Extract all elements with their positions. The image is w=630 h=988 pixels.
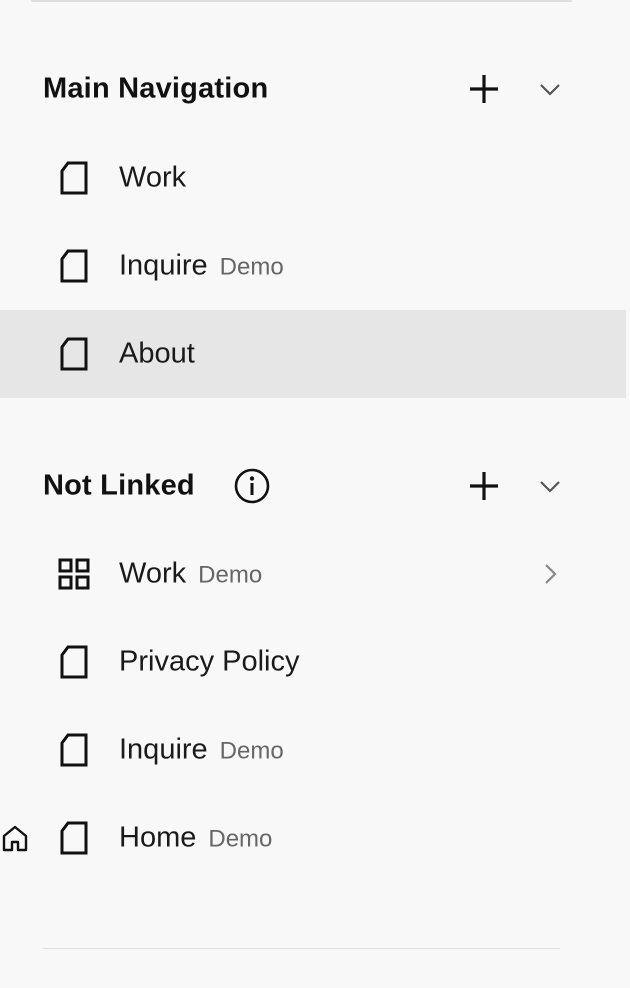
main-navigation-header: Main Navigation bbox=[0, 61, 626, 117]
page-icon bbox=[60, 161, 88, 195]
page-icon bbox=[60, 733, 88, 767]
bottom-divider bbox=[43, 948, 560, 949]
nav-item-label: Inquire bbox=[119, 249, 208, 282]
demo-badge: Demo bbox=[208, 825, 273, 853]
add-page-button[interactable] bbox=[466, 71, 502, 107]
collapse-section-button[interactable] bbox=[536, 75, 564, 103]
page-icon bbox=[60, 645, 88, 679]
nav-item-label: Work bbox=[119, 557, 187, 590]
demo-badge: Demo bbox=[219, 737, 284, 765]
nav-item-label: Work bbox=[119, 161, 187, 194]
demo-badge: Demo bbox=[219, 253, 284, 281]
info-icon[interactable] bbox=[233, 467, 271, 505]
nav-item-work-folder[interactable]: Work Demo bbox=[0, 530, 626, 618]
not-linked-header: Not Linked bbox=[0, 458, 626, 514]
page-icon bbox=[60, 249, 88, 283]
nav-item-label: Privacy Policy bbox=[119, 645, 300, 678]
grid-icon bbox=[58, 558, 90, 590]
nav-item-label: Home bbox=[119, 821, 197, 854]
collapse-section-button[interactable] bbox=[536, 472, 564, 500]
page-icon bbox=[60, 337, 88, 371]
nav-item-inquire-unlinked[interactable]: Inquire Demo bbox=[0, 706, 626, 794]
nav-item-privacy-policy[interactable]: Privacy Policy bbox=[0, 618, 626, 706]
nav-item-label: About bbox=[119, 337, 195, 370]
nav-item-inquire[interactable]: Inquire Demo bbox=[0, 222, 626, 310]
nav-item-label: Inquire bbox=[119, 733, 208, 766]
top-divider bbox=[31, 0, 572, 2]
add-page-button[interactable] bbox=[466, 468, 502, 504]
demo-badge: Demo bbox=[198, 561, 263, 589]
nav-item-about[interactable]: About bbox=[0, 310, 626, 398]
home-icon bbox=[2, 825, 28, 852]
main-navigation-title: Main Navigation bbox=[43, 72, 269, 105]
not-linked-title: Not Linked bbox=[43, 469, 195, 502]
nav-item-home[interactable]: Home Demo bbox=[0, 794, 626, 882]
nav-item-work[interactable]: Work bbox=[0, 134, 626, 222]
page-icon bbox=[60, 821, 88, 855]
chevron-right-icon[interactable] bbox=[536, 560, 564, 588]
